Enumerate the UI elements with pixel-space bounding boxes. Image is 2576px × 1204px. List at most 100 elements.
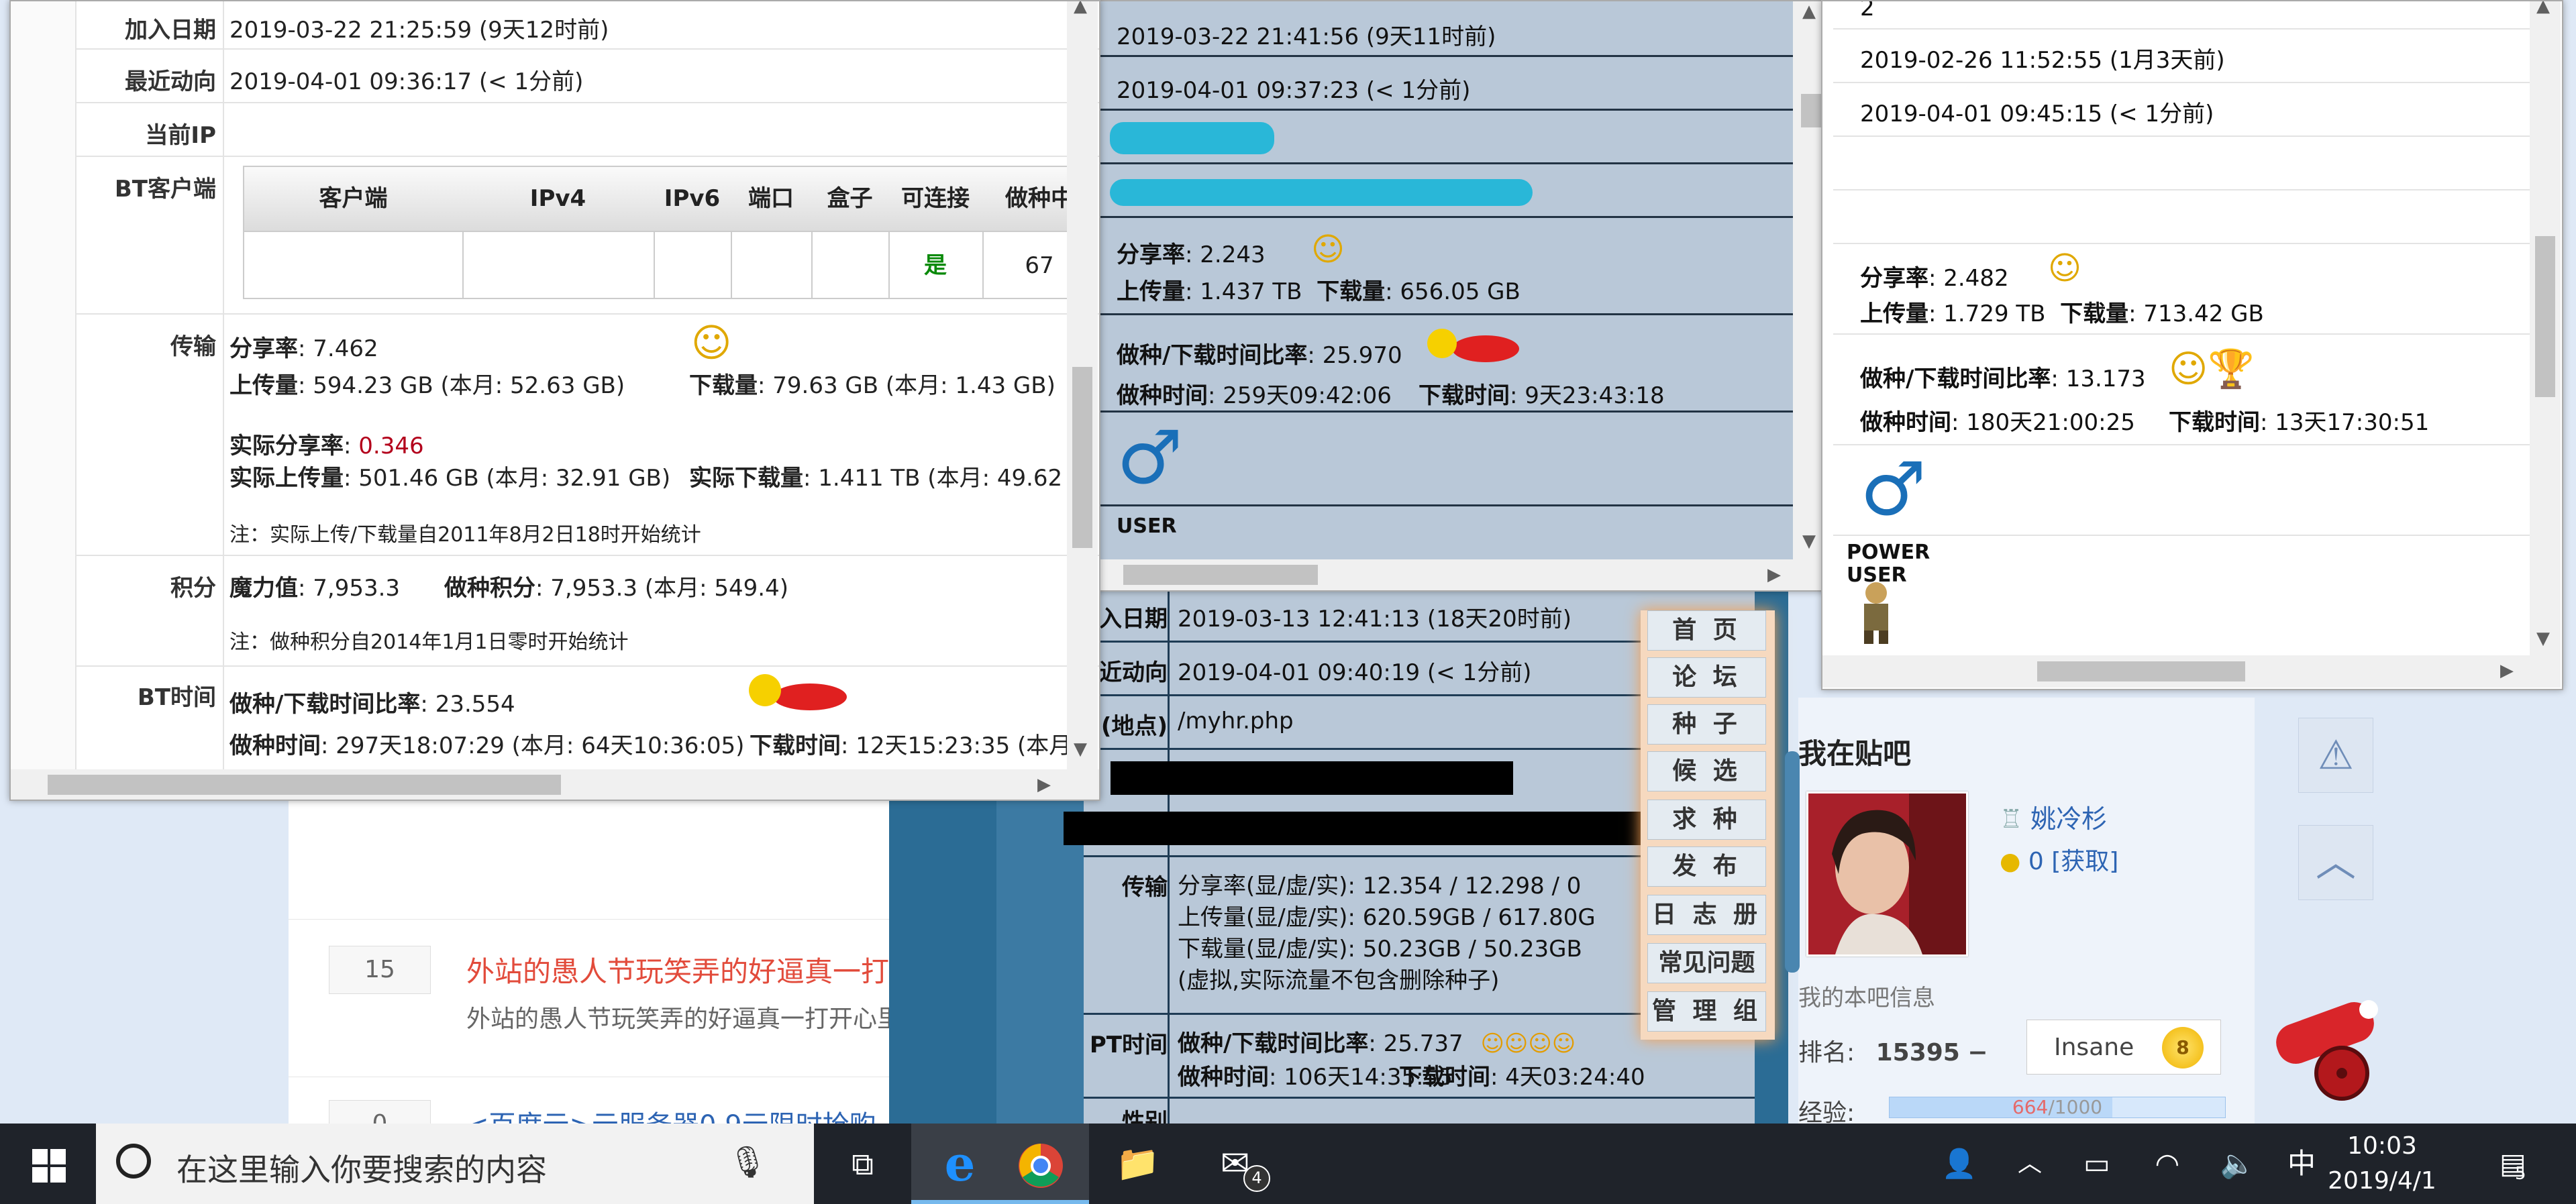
pt-user-profile-window-2: 2019-03-22 21:41:56 (9天11时前) 2019-04-01 … xyxy=(1095,0,1833,592)
column-header[interactable]: 可连接 xyxy=(888,167,984,231)
cannon-icon[interactable] xyxy=(2261,993,2402,1107)
scroll-right-icon[interactable]: ▶ xyxy=(1767,565,1781,585)
cortana-icon xyxy=(116,1144,151,1179)
volume-icon[interactable]: 🔈 xyxy=(2211,1124,2265,1204)
windows-taskbar: 在这里输入你要搜索的内容 🎙 ⧉ e 📁 ✉ 4 👤 ︿ ▭ ◠ 🔈 中 10:… xyxy=(0,1124,2576,1204)
nav-faq[interactable]: 常见问题 xyxy=(1647,943,1766,983)
male-icon: ♂ xyxy=(1860,446,1926,532)
nav-log[interactable]: 日 志 册 xyxy=(1647,895,1766,935)
user-detail-table: 2019-03-22 21:41:56 (9天11时前) 2019-04-01 … xyxy=(1096,1,1793,559)
clock[interactable]: 10:03 2019/4/1 xyxy=(2318,1129,2446,1199)
battery-icon[interactable]: ▭ xyxy=(2070,1124,2124,1204)
scroll-down-icon[interactable]: ▼ xyxy=(1802,531,1816,551)
coin-info: ● 0 [获取] xyxy=(2000,848,2119,875)
chrome-icon[interactable] xyxy=(992,1124,1089,1204)
action-center-icon[interactable]: ▤ 5 xyxy=(2483,1124,2543,1204)
horizontal-scrollbar[interactable]: ▶ xyxy=(1822,655,2561,688)
recent-activity-row: 最近动向 2019-04-01 09:36:17 (< 1分前) xyxy=(75,48,1099,103)
surprised-smiley-icon: ☺ xyxy=(691,320,732,366)
panel-title: 我在贴吧 xyxy=(1798,737,1912,770)
join-date-row: 2019-03-22 21:41:56 (9天11时前) xyxy=(1096,1,1793,57)
file-explorer-icon[interactable]: 📁 xyxy=(1089,1124,1186,1204)
chevron-up-icon[interactable]: ︿ xyxy=(2006,1124,2053,1204)
vertical-scrollbar[interactable]: ▲ ▼ xyxy=(2530,1,2561,655)
mail-icon[interactable]: ✉ 4 xyxy=(1186,1124,1284,1204)
scrollbar-thumb[interactable] xyxy=(1785,751,1800,973)
nav-forum[interactable]: 论 坛 xyxy=(1647,657,1766,698)
join-date-row: 加入日期 2019-03-22 21:25:59 (9天12时前) xyxy=(75,1,1099,50)
column-header[interactable]: 客户端 xyxy=(244,167,464,231)
scroll-right-icon[interactable]: ▶ xyxy=(1037,775,1051,795)
gender-row: ♂ xyxy=(1096,411,1793,506)
get-coins-link[interactable]: [获取] xyxy=(2051,848,2118,875)
task-view-icon[interactable]: ⧉ xyxy=(814,1124,911,1204)
scroll-up-icon[interactable]: ▲ xyxy=(1802,1,1816,21)
bt-client-table: 客户端 IPv4 IPv6 端口 盒子 可连接 做种中 是 67 xyxy=(243,166,1098,299)
exp-progress-bar: 664/1000 xyxy=(1889,1097,2226,1118)
horizontal-scrollbar[interactable]: ▶ xyxy=(11,769,1099,800)
table-row: 2 xyxy=(1833,1,2531,30)
nav-candidates[interactable]: 候 选 xyxy=(1647,751,1766,791)
back-to-top-button[interactable]: ︿ xyxy=(2298,825,2373,900)
taskbar-search-box[interactable]: 在这里输入你要搜索的内容 🎙 xyxy=(96,1124,814,1204)
vertical-scrollbar[interactable]: ▲ ▼ xyxy=(1067,1,1098,769)
crown-icon: ♖ xyxy=(2000,804,2023,834)
wifi-icon[interactable]: ◠ xyxy=(2141,1124,2194,1204)
redaction-bar xyxy=(1111,761,1513,795)
microphone-icon[interactable]: 🎙 xyxy=(728,1144,767,1181)
notification-badge: 5 xyxy=(2515,1164,2526,1184)
column-header[interactable]: IPv6 xyxy=(654,167,732,231)
coin-icon: ● xyxy=(2000,848,2021,875)
feedback-button[interactable]: ⚠ xyxy=(2298,718,2373,793)
start-button[interactable] xyxy=(0,1124,97,1204)
scroll-down-icon[interactable]: ▼ xyxy=(1074,739,1087,759)
username-link[interactable]: ♖ 姚冷杉 xyxy=(2000,798,2107,835)
column-header[interactable]: 端口 xyxy=(731,167,813,231)
nav-torrents[interactable]: 种 子 xyxy=(1647,704,1766,745)
scroll-right-icon[interactable]: ▶ xyxy=(2500,661,2514,681)
nav-upload[interactable]: 发 布 xyxy=(1647,846,1766,887)
user-class: USER xyxy=(1117,514,1177,538)
male-icon: ♂ xyxy=(1117,415,1183,500)
scroll-down-icon[interactable]: ▼ xyxy=(2536,628,2550,649)
thread-abstract: 外站的愚人节玩笑弄的好逼真一打开心里 xyxy=(466,1005,902,1033)
horizontal-scrollbar[interactable]: ▶ xyxy=(1096,559,1831,590)
redacted-client-row xyxy=(1096,162,1793,218)
pt-user-profile-window-4: 2 2019-02-26 11:52:55 (1月3天前) 2019-04-01… xyxy=(1821,0,2563,690)
level-star-icon: 8 xyxy=(2162,1027,2204,1069)
redacted-ip-row xyxy=(1096,109,1793,164)
search-placeholder: 在这里输入你要搜索的内容 xyxy=(176,1152,547,1188)
redaction-scribble xyxy=(1110,179,1533,206)
client-row xyxy=(1833,189,2531,244)
scroll-up-icon[interactable]: ▲ xyxy=(1074,1,1087,16)
nav-home[interactable]: 首 页 xyxy=(1647,610,1766,651)
superman-icon xyxy=(746,669,847,716)
redaction-bar xyxy=(1064,812,1654,845)
site-nav-menu: 首 页 论 坛 种 子 候 选 求 种 发 布 日 志 册 常见问题 管 理 组 xyxy=(1641,610,1775,1040)
connectable-cell: 是 xyxy=(888,231,984,299)
column-header[interactable]: IPv4 xyxy=(462,167,655,231)
laughing-smiley-icon: ☺ xyxy=(2048,250,2082,287)
people-icon[interactable]: 👤 xyxy=(1933,1124,1986,1204)
avatar[interactable] xyxy=(1806,791,1968,956)
bt-time-row: 做种/下载时间比率: 13.173 ☺🏆 做种时间: 180天21:00:25 … xyxy=(1833,333,2531,445)
column-header[interactable]: 盒子 xyxy=(811,167,890,231)
scroll-up-icon[interactable]: ▲ xyxy=(2536,1,2550,16)
recent-activity-row: 2019-04-01 09:37:23 (< 1分前) xyxy=(1096,55,1793,111)
superman-icon xyxy=(1425,323,1519,367)
redaction-scribble xyxy=(1110,122,1274,154)
tieba-user-panel: 我在贴吧 ♖ 姚冷杉 ● 0 [获取] 我的本吧信息 排名: 15395 − I… xyxy=(1798,698,2255,1127)
reply-count: 15 xyxy=(329,946,431,994)
laughing-smiley-icon: ☺ xyxy=(1311,231,1345,268)
nav-staff[interactable]: 管 理 组 xyxy=(1647,991,1766,1032)
nav-requests[interactable]: 求 种 xyxy=(1647,800,1766,840)
rank-info: 排名: 15395 − xyxy=(1798,1039,1988,1066)
soldier-class-icon xyxy=(1849,578,1903,645)
smiley-icon: ☺☺☺☺ xyxy=(1480,1030,1576,1057)
transfer-row: 分享率: 2.243 ☺ 上传量: 1.437 TB 下载量: 656.05 G… xyxy=(1096,216,1793,315)
forum-info-label: 我的本吧信息 xyxy=(1798,985,1935,1011)
bt-time-row: BT时间 做种/下载时间比率: 23.554 做种时间: 297天18:07:2… xyxy=(75,665,1099,769)
trophy-smiley-icon: ☺🏆 xyxy=(2169,347,2255,391)
points-row: 积分 魔力值: 7,953.3 做种积分: 7,953.3 (本月: 549.4… xyxy=(75,555,1099,667)
thread-title-link[interactable]: 外站的愚人节玩笑弄的好逼真一打 xyxy=(466,949,889,990)
